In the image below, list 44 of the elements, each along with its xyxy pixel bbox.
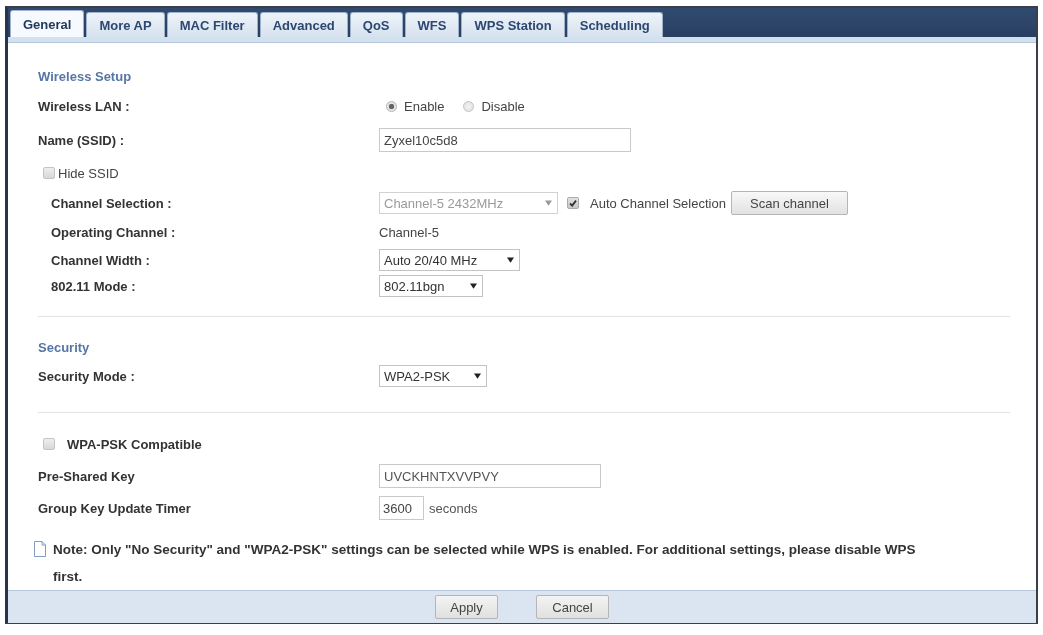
radio-label: Enable: [404, 98, 445, 114]
tab[interactable]: QoS: [349, 12, 403, 37]
footer-button[interactable]: Cancel: [536, 595, 609, 619]
field-label: Name (SSID) :: [38, 132, 125, 148]
tab[interactable]: General: [10, 10, 85, 37]
field-label: Operating Channel :: [51, 224, 177, 240]
checkbox[interactable]: [43, 438, 55, 450]
field-label: Security Mode :: [38, 368, 136, 384]
radio-label: Disable: [481, 98, 525, 114]
field-label: Pre-Shared Key: [38, 468, 136, 484]
field-label: Group Key Update Timer: [38, 500, 192, 516]
checkbox-label: WPA-PSK Compatible: [67, 436, 202, 452]
ssid-field[interactable]: Zyxel10c5d8: [379, 128, 631, 152]
tab[interactable]: Advanced: [259, 12, 348, 37]
tab[interactable]: WFS: [404, 12, 460, 37]
field-label: Channel Selection :: [51, 195, 173, 211]
section-heading: Security: [38, 339, 90, 357]
checkbox-label: Hide SSID: [58, 165, 119, 181]
tab[interactable]: WPS Station: [461, 12, 565, 37]
timer-field[interactable]: 3600: [379, 496, 424, 520]
security-dropdown[interactable]: WPA2-PSK: [379, 365, 487, 387]
unit-label: seconds: [429, 500, 478, 516]
checkbox[interactable]: [43, 167, 55, 179]
caret-icon: [474, 373, 481, 379]
note-text: Note: Only "No Security" and "WPA2-PSK" settings can be selected while WPS is enabled. For additional settings, please disable WPS first.: [53, 541, 917, 586]
caret-icon: [470, 283, 477, 289]
key-field[interactable]: UVCKHNTXVVPVY: [379, 464, 601, 488]
document-icon: [34, 541, 46, 557]
field-value: Channel-5: [379, 224, 439, 240]
caret-icon: [507, 257, 514, 263]
checkbox-label: Auto Channel Selection: [590, 195, 726, 211]
mode-dropdown[interactable]: 802.11bgn: [379, 275, 483, 297]
section-heading: Wireless Setup: [38, 68, 132, 86]
field-label: Channel Width :: [51, 252, 151, 268]
tab[interactable]: Scheduling: [566, 12, 663, 37]
tab[interactable]: MAC Filter: [166, 12, 258, 37]
field-label: Wireless LAN :: [38, 98, 131, 114]
width-dropdown[interactable]: Auto 20/40 MHz: [379, 249, 520, 271]
radio-button[interactable]: [463, 100, 475, 112]
radio-button[interactable]: [386, 100, 397, 112]
field-label: 802.11 Mode :: [51, 278, 137, 294]
footer-button[interactable]: Apply: [435, 595, 498, 619]
caret-icon: [545, 200, 552, 206]
tab[interactable]: More AP: [86, 12, 165, 37]
